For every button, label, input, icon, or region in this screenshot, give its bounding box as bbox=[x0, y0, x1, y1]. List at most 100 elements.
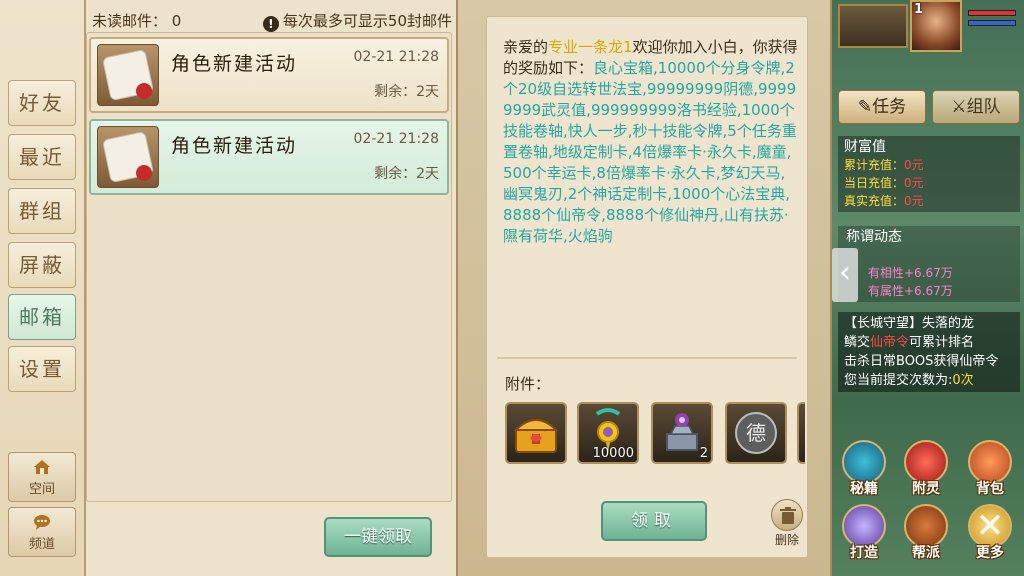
channel-label: 频道 bbox=[28, 537, 55, 552]
player-level: 1 bbox=[914, 2, 924, 17]
team-tab[interactable]: ⚔组队 bbox=[932, 90, 1020, 124]
mail-title: 角色新建活动 bbox=[171, 135, 298, 157]
attachment-slot[interactable]: 德 bbox=[725, 402, 787, 464]
guild-label: 帮派 bbox=[912, 545, 940, 561]
quest-count: 0次 bbox=[952, 373, 974, 388]
treasure-chest-icon bbox=[513, 419, 559, 453]
letter-icon bbox=[97, 44, 159, 106]
wealth-title: 财富值 bbox=[844, 139, 886, 155]
attachment-qty: 10000 bbox=[592, 446, 634, 461]
quest-tracker[interactable]: 【长城守望】失落的龙 鳞交仙帝令可累计排名 击杀日常BOOS获得仙帝令 您当前提… bbox=[838, 312, 1020, 392]
reward-list: 良心宝箱,10000个分身令牌,2个20级自选转世法宝,99999999阴德,9… bbox=[503, 59, 797, 245]
unread-label: 未读邮件： bbox=[92, 12, 168, 30]
secret-manual-button[interactable]: 秘籍 bbox=[836, 440, 892, 497]
delete-button[interactable]: 删除 bbox=[767, 499, 807, 549]
attachment-qty: 2 bbox=[699, 446, 708, 461]
quest-text: 可累计排名 bbox=[909, 335, 975, 350]
space-label: 空间 bbox=[28, 482, 55, 497]
bag-button[interactable]: 背包 bbox=[962, 440, 1018, 497]
player-name: 专业一条龙1 bbox=[548, 38, 633, 56]
attachment-slot[interactable]: 10000 bbox=[577, 402, 639, 464]
attachment-slot-partial[interactable] bbox=[797, 402, 805, 464]
quest-text: 鳞交 bbox=[844, 335, 871, 350]
quest-tab-label: 任务 bbox=[872, 97, 907, 117]
wealth-value: 0元 bbox=[904, 194, 924, 208]
virtue-glyph: 德 bbox=[746, 421, 766, 445]
quest-item: 仙帝令 bbox=[870, 335, 910, 350]
wealth-label: 真实充值： bbox=[844, 194, 905, 208]
tab-recent[interactable]: 最近 bbox=[8, 134, 76, 180]
chat-bubble-icon bbox=[34, 515, 50, 530]
divider bbox=[497, 357, 797, 359]
wealth-row: 累计充值：0元 bbox=[844, 156, 1014, 174]
spirit-button[interactable]: 附灵 bbox=[898, 440, 954, 497]
mail-list-panel: 未读邮件： 0 ! 每次最多可显示50封邮件 角色新建活动 02-21 21:28… bbox=[86, 0, 456, 576]
wealth-label: 累计充值： bbox=[844, 158, 905, 172]
unread-count: 未读邮件： 0 bbox=[92, 10, 181, 31]
target-frame bbox=[838, 4, 908, 48]
mail-body: 亲爱的专业一条龙1欢迎你加入小白，你获得的奖励如下：良心宝箱,10000个分身令… bbox=[503, 37, 799, 247]
bag-label: 背包 bbox=[976, 481, 1004, 497]
title-news-title: 称谓动态 bbox=[846, 229, 902, 245]
collapse-arrow-icon[interactable]: ‹ bbox=[832, 248, 858, 302]
more-label: 更多 bbox=[976, 545, 1004, 561]
quest-line: 鳞交仙帝令可累计排名 bbox=[844, 333, 1014, 352]
tab-settings[interactable]: 设置 bbox=[8, 346, 76, 392]
mail-remaining: 剩余：2天 bbox=[374, 84, 439, 100]
mail-remaining: 剩余：2天 bbox=[374, 166, 439, 182]
virtue-orb-icon: 德 bbox=[735, 412, 777, 454]
space-button[interactable]: 空间 bbox=[8, 452, 76, 502]
title-news-line: 有相性+6.67万 bbox=[868, 266, 953, 280]
spirit-label: 附灵 bbox=[912, 481, 940, 497]
forge-button[interactable]: 打造 bbox=[836, 504, 892, 561]
left-nav: 好友 最近 群组 屏蔽 邮箱 设置 空间 频道 bbox=[0, 0, 86, 576]
mail-limit-text: 每次最多可显示50封邮件 bbox=[282, 12, 452, 30]
claim-all-button[interactable]: 一键领取 bbox=[324, 517, 432, 557]
wealth-panel: 财富值 累计充值：0元 当日充值：0元 真实充值：0元 bbox=[838, 136, 1020, 212]
wealth-value: 0元 bbox=[904, 158, 924, 172]
team-tab-label: 组队 bbox=[966, 97, 1001, 117]
warning-icon: ! bbox=[262, 16, 279, 32]
trash-icon bbox=[771, 499, 803, 531]
wealth-row: 真实充值：0元 bbox=[844, 192, 1014, 210]
attachment-slot[interactable] bbox=[505, 402, 567, 464]
mail-header: 未读邮件： 0 ! 每次最多可显示50封邮件 bbox=[90, 10, 452, 32]
tab-groups[interactable]: 群组 bbox=[8, 188, 76, 234]
more-button[interactable]: ✕ 更多 bbox=[962, 504, 1018, 561]
secret-manual-label: 秘籍 bbox=[850, 481, 878, 497]
title-news-panel: 称谓动态 有相性+6.67万 有属性+6.67万 bbox=[838, 226, 1020, 302]
tab-mailbox[interactable]: 邮箱 bbox=[8, 294, 76, 340]
claim-button[interactable]: 领取 bbox=[601, 501, 707, 541]
unread-value: 0 bbox=[171, 12, 182, 30]
letter-icon bbox=[97, 126, 159, 188]
quest-text: 您当前提交次数为: bbox=[844, 373, 953, 388]
guild-button[interactable]: 帮派 bbox=[898, 504, 954, 561]
mail-title: 角色新建活动 bbox=[171, 53, 298, 75]
mail-date: 02-21 21:28 bbox=[353, 131, 439, 147]
wealth-label: 当日充值： bbox=[844, 176, 905, 190]
game-hud: 1 ✎任务 ⚔组队 财富值 累计充值：0元 当日充值：0元 真实充值：0元 称谓… bbox=[832, 0, 1024, 576]
attachments-label: 附件： bbox=[505, 375, 551, 393]
tab-friends[interactable]: 好友 bbox=[8, 80, 76, 126]
mail-detail-panel: 亲爱的专业一条龙1欢迎你加入小白，你获得的奖励如下：良心宝箱,10000个分身令… bbox=[456, 0, 832, 576]
mail-item-selected[interactable]: 角色新建活动 02-21 21:28 剩余：2天 bbox=[89, 119, 449, 195]
mail-item[interactable]: 角色新建活动 02-21 21:28 剩余：2天 bbox=[89, 37, 449, 113]
mail-limit-notice: ! 每次最多可显示50封邮件 bbox=[262, 10, 452, 32]
tab-blocked[interactable]: 屏蔽 bbox=[8, 242, 76, 288]
channel-button[interactable]: 频道 bbox=[8, 507, 76, 557]
title-news-line: 有属性+6.67万 bbox=[868, 284, 953, 298]
team-icon: ⚔ bbox=[951, 97, 967, 117]
delete-label: 删除 bbox=[774, 533, 799, 547]
wealth-value: 0元 bbox=[904, 176, 924, 190]
quest-line: 【长城守望】失落的龙 bbox=[844, 316, 975, 331]
quest-line: 您当前提交次数为:0次 bbox=[844, 371, 1014, 390]
forge-label: 打造 bbox=[850, 545, 878, 561]
attachment-slot[interactable]: 2 bbox=[651, 402, 713, 464]
hp-bar bbox=[968, 10, 1016, 16]
mp-bar bbox=[968, 20, 1016, 26]
mail-list[interactable]: 角色新建活动 02-21 21:28 剩余：2天 角色新建活动 02-21 21… bbox=[86, 32, 452, 502]
mail-date: 02-21 21:28 bbox=[353, 49, 439, 65]
house-icon bbox=[34, 460, 50, 474]
quest-line: 击杀日常BOOS获得仙帝令 bbox=[844, 354, 999, 369]
quest-tab[interactable]: ✎任务 bbox=[838, 90, 926, 124]
